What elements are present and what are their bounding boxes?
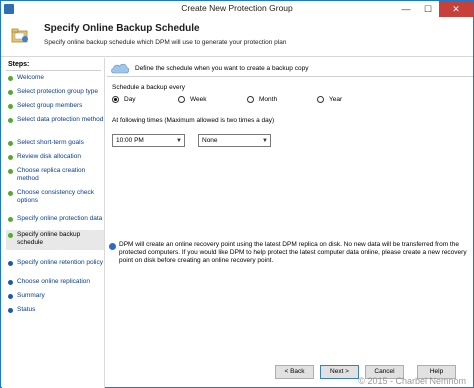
step-specify-online-protection-data[interactable]: Specify online protection data bbox=[6, 214, 104, 224]
step-current-icon bbox=[8, 233, 13, 238]
step-complete-icon bbox=[8, 76, 13, 81]
time-1-value: 10:00 PM bbox=[116, 137, 144, 144]
step-status[interactable]: Status bbox=[6, 305, 104, 315]
recovery-point-note: DPM will create an online recovery point… bbox=[119, 241, 467, 264]
step-pending-icon bbox=[8, 280, 13, 285]
back-button[interactable]: < Back bbox=[275, 365, 314, 379]
step-label: Specify online retention policy bbox=[17, 259, 103, 266]
chevron-down-icon: ▼ bbox=[176, 137, 182, 144]
step-label: Choose replica creation method bbox=[17, 167, 86, 182]
define-schedule-text: Define the schedule when you want to cre… bbox=[135, 65, 309, 72]
radio-month-label: Month bbox=[259, 96, 278, 103]
step-select-protection-group-type[interactable]: Select protection group type bbox=[6, 87, 104, 97]
step-label: Select data protection method bbox=[17, 116, 104, 123]
step-choose-online-replication[interactable]: Choose online replication bbox=[6, 277, 104, 287]
cloud-icon bbox=[111, 63, 129, 74]
step-welcome[interactable]: Welcome bbox=[6, 73, 104, 83]
step-complete-icon bbox=[8, 118, 13, 123]
next-button[interactable]: Next > bbox=[320, 365, 359, 379]
section-divider bbox=[107, 76, 473, 77]
radio-month[interactable]: Month bbox=[247, 96, 277, 103]
info-icon bbox=[109, 243, 116, 250]
step-complete-icon bbox=[8, 191, 13, 196]
folder-wizard-icon bbox=[11, 28, 28, 43]
radio-day-button[interactable] bbox=[112, 96, 119, 103]
time-2-select[interactable]: None ▼ bbox=[198, 134, 271, 147]
maximize-button[interactable]: ☐ bbox=[417, 1, 439, 17]
title-bar: Create New Protection Group — ☐ ✕ bbox=[1, 1, 473, 17]
step-pending-icon bbox=[8, 261, 13, 266]
steps-pane: Steps: Welcome Select protection group t… bbox=[2, 58, 105, 388]
step-select-data-protection-method[interactable]: Select data protection method bbox=[6, 115, 104, 133]
chevron-down-icon: ▼ bbox=[262, 137, 268, 144]
step-pending-icon bbox=[8, 308, 13, 313]
step-label: Specify online backup schedule bbox=[17, 231, 81, 246]
radio-week-label: Week bbox=[190, 96, 207, 103]
radio-month-button[interactable] bbox=[247, 96, 254, 103]
steps-divider bbox=[6, 70, 101, 71]
step-pending-icon bbox=[8, 294, 13, 299]
step-label: Choose online replication bbox=[17, 278, 90, 285]
step-complete-icon bbox=[8, 155, 13, 160]
times-label: At following times (Maximum allowed is t… bbox=[112, 117, 275, 124]
radio-day[interactable]: Day bbox=[112, 96, 136, 103]
step-select-group-members[interactable]: Select group members bbox=[6, 101, 104, 111]
page-subtitle: Specify online backup schedule which DPM… bbox=[44, 39, 287, 46]
step-label: Summary bbox=[17, 292, 45, 299]
wizard-window: Create New Protection Group — ☐ ✕ Specif… bbox=[0, 0, 474, 388]
step-label: Status bbox=[17, 306, 36, 313]
step-label: Review disk allocation bbox=[17, 153, 81, 160]
time-2-value: None bbox=[202, 137, 218, 144]
step-label: Choose consistency check options bbox=[17, 189, 94, 204]
time-1-select[interactable]: 10:00 PM ▼ bbox=[112, 134, 185, 147]
step-complete-icon bbox=[8, 90, 13, 95]
step-summary[interactable]: Summary bbox=[6, 291, 104, 301]
page-title: Specify Online Backup Schedule bbox=[44, 23, 200, 34]
step-complete-icon bbox=[8, 141, 13, 146]
step-complete-icon bbox=[8, 169, 13, 174]
step-label: Specify online protection data bbox=[17, 215, 103, 222]
step-complete-icon bbox=[8, 217, 13, 222]
step-specify-online-backup-schedule[interactable]: Specify online backup schedule bbox=[6, 230, 104, 250]
step-choose-consistency-check-options[interactable]: Choose consistency check options bbox=[6, 188, 104, 206]
radio-year-label: Year bbox=[329, 96, 343, 103]
radio-day-label: Day bbox=[124, 96, 136, 103]
step-choose-replica-creation-method[interactable]: Choose replica creation method bbox=[6, 166, 104, 184]
main-pane: Define the schedule when you want to cre… bbox=[107, 58, 473, 360]
step-label: Welcome bbox=[17, 74, 44, 81]
step-specify-online-retention-policy[interactable]: Specify online retention policy bbox=[6, 258, 104, 268]
step-review-disk-allocation[interactable]: Review disk allocation bbox=[6, 152, 104, 162]
step-label: Select group members bbox=[17, 102, 83, 109]
step-select-short-term-goals[interactable]: Select short-term goals bbox=[6, 138, 104, 148]
radio-year[interactable]: Year bbox=[317, 96, 342, 103]
step-label: Select short-term goals bbox=[17, 139, 84, 146]
close-button[interactable]: ✕ bbox=[439, 1, 473, 17]
radio-week[interactable]: Week bbox=[178, 96, 207, 103]
radio-week-button[interactable] bbox=[178, 96, 185, 103]
minimize-button[interactable]: — bbox=[395, 1, 417, 17]
wizard-header: Specify Online Backup Schedule Specify o… bbox=[1, 17, 473, 57]
schedule-label: Schedule a backup every bbox=[112, 84, 185, 91]
steps-title: Steps: bbox=[8, 61, 30, 68]
step-complete-icon bbox=[8, 104, 13, 109]
window-controls: — ☐ ✕ bbox=[395, 1, 473, 17]
step-label: Select protection group type bbox=[17, 88, 98, 95]
radio-year-button[interactable] bbox=[317, 96, 324, 103]
watermark: © 2015 - Charbel Nemnom bbox=[358, 376, 466, 386]
